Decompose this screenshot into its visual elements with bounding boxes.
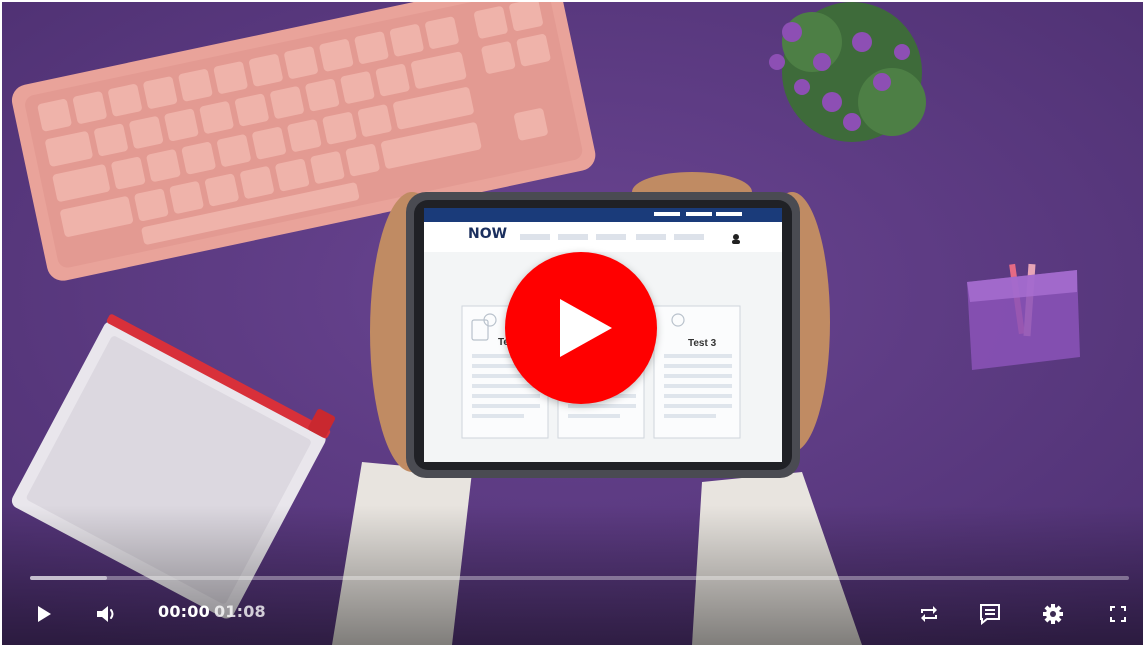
loop-button[interactable] xyxy=(911,596,947,632)
play-icon xyxy=(38,606,51,622)
play-button[interactable] xyxy=(26,596,62,632)
captions-button[interactable] xyxy=(972,596,1008,632)
captions-icon xyxy=(980,604,1000,625)
volume-button[interactable] xyxy=(89,596,125,632)
control-bar: 00:00 01:08 xyxy=(2,594,1143,634)
gear-icon xyxy=(1043,604,1063,624)
progress-bar[interactable] xyxy=(30,576,1129,580)
play-icon xyxy=(560,299,612,357)
tablet-brand: NOW xyxy=(468,226,508,242)
volume-icon xyxy=(97,606,114,622)
tablet-card-label: Test 3 xyxy=(688,338,717,349)
loop-icon xyxy=(921,606,937,622)
fullscreen-icon xyxy=(1110,606,1126,622)
video-player[interactable]: NOW Te Test 3 00:00 01:08 xyxy=(2,2,1143,645)
buffered-progress xyxy=(30,576,107,580)
duration-time: 01:08 xyxy=(213,602,266,621)
current-time: 00:00 xyxy=(158,602,210,621)
large-play-button[interactable] xyxy=(505,252,657,404)
fullscreen-button[interactable] xyxy=(1100,596,1136,632)
time-display: 00:00 01:08 xyxy=(158,602,266,621)
settings-button[interactable] xyxy=(1035,596,1071,632)
